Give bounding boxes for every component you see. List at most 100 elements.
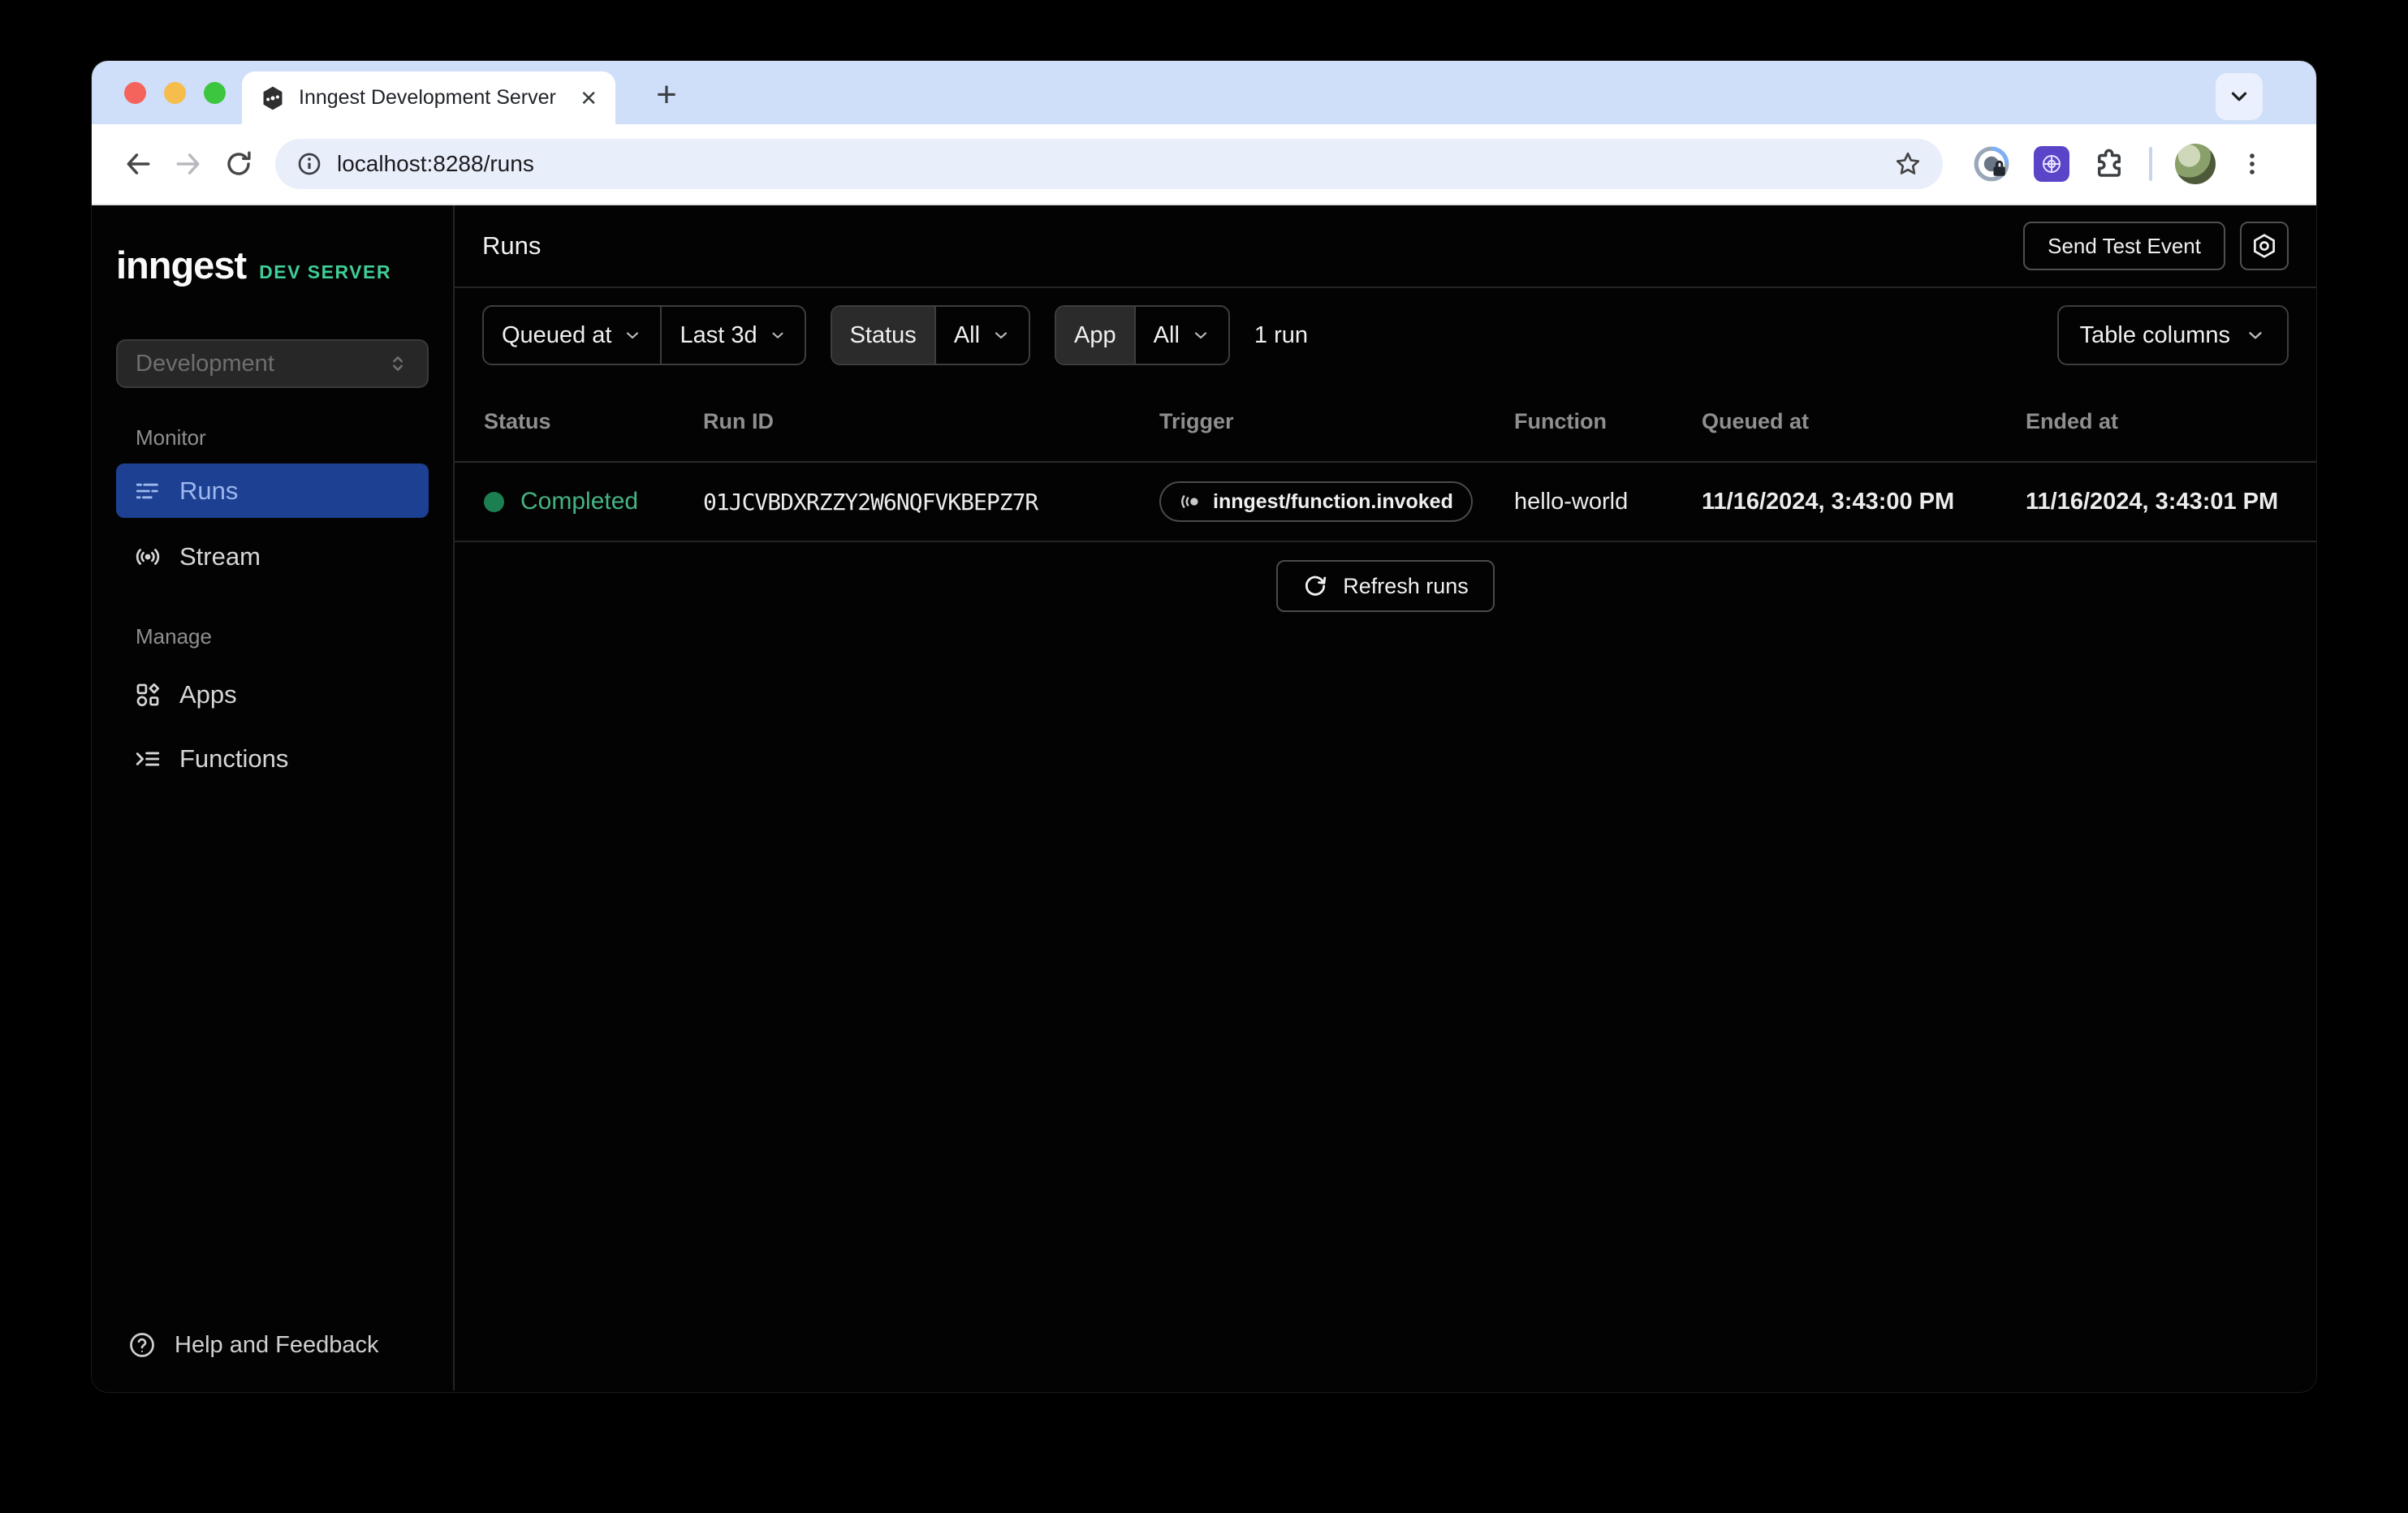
tab-close-icon[interactable]: ✕ — [580, 88, 598, 109]
page-title: Runs — [482, 231, 541, 261]
sidebar: inngest DEV SERVER Development Monitor R… — [92, 205, 455, 1390]
environment-select[interactable]: Development — [116, 339, 429, 388]
environment-value: Development — [136, 351, 274, 377]
status-filter-dropdown[interactable]: All — [934, 307, 1029, 364]
bookmark-star-icon[interactable] — [1894, 150, 1922, 178]
column-header-status: Status — [484, 409, 703, 434]
browser-tab[interactable]: Inngest Development Server ✕ — [242, 71, 615, 124]
refresh-runs-button[interactable]: Refresh runs — [1276, 560, 1495, 612]
new-tab-button[interactable]: + — [644, 72, 689, 118]
status-badge: Completed — [520, 488, 638, 515]
help-and-feedback[interactable]: Help and Feedback — [92, 1330, 453, 1360]
time-filter: Queued at Last 3d — [482, 305, 806, 365]
help-label: Help and Feedback — [175, 1332, 379, 1359]
section-monitor-label: Monitor — [92, 425, 453, 450]
browser-menu-icon[interactable] — [2238, 150, 2266, 178]
chevron-down-icon — [769, 326, 787, 344]
trigger-event-pill[interactable]: inngest/function.invoked — [1159, 481, 1473, 522]
help-circle-icon — [127, 1330, 157, 1360]
app-filter-label: App — [1056, 307, 1134, 364]
column-header-function: Function — [1514, 409, 1702, 434]
brand: inngest DEV SERVER — [92, 205, 453, 287]
url-text[interactable]: localhost:8288/runs — [337, 151, 534, 177]
app-content: inngest DEV SERVER Development Monitor R… — [92, 205, 2316, 1390]
tab-search-chevron-button[interactable] — [2216, 73, 2263, 120]
function-name[interactable]: hello-world — [1514, 489, 1702, 515]
inngest-logo: inngest — [116, 243, 246, 287]
trigger-cell: inngest/function.invoked — [1159, 481, 1514, 522]
column-header-ended-at: Ended at — [2026, 409, 2316, 434]
chevron-down-icon — [991, 325, 1011, 345]
event-icon — [1179, 490, 1202, 513]
password-manager-extension-icon[interactable] — [1972, 144, 2011, 183]
runs-list-icon — [134, 477, 162, 505]
time-range-dropdown[interactable]: Last 3d — [660, 307, 804, 364]
sidebar-item-apps[interactable]: Apps — [116, 667, 429, 722]
close-window-button[interactable] — [124, 82, 146, 104]
sidebar-item-functions[interactable]: Functions — [116, 731, 429, 786]
chevron-down-icon — [623, 325, 642, 345]
table-row[interactable]: Completed 01JCVBDXRZZY2W6NQFVKBEPZ7R inn… — [455, 463, 2316, 542]
refresh-runs-label: Refresh runs — [1343, 574, 1469, 599]
maximize-window-button[interactable] — [204, 82, 226, 104]
select-chevrons-icon — [386, 352, 409, 375]
url-bar[interactable]: localhost:8288/runs — [275, 139, 1943, 189]
ended-at-value: 11/16/2024, 3:43:01 PM — [2026, 489, 2316, 515]
browser-toolbar: localhost:8288/runs — [92, 124, 2316, 205]
sidebar-item-label: Functions — [179, 744, 288, 774]
refresh-icon — [1302, 573, 1328, 599]
status-cell: Completed — [484, 488, 703, 515]
queued-at-value: 11/16/2024, 3:43:00 PM — [1702, 489, 2026, 515]
chevron-down-icon — [1191, 325, 1210, 345]
table-header: Status Run ID Trigger Function Queued at… — [455, 382, 2316, 463]
section-manage-label: Manage — [92, 624, 453, 649]
status-filter-value: All — [954, 322, 980, 349]
site-info-icon[interactable] — [296, 151, 322, 177]
status-completed-dot-icon — [484, 492, 504, 512]
column-header-trigger: Trigger — [1159, 409, 1514, 434]
tab-strip: Inngest Development Server ✕ + — [92, 61, 2316, 124]
extensions-area — [1972, 144, 2266, 184]
sidebar-item-stream[interactable]: Stream — [116, 529, 429, 584]
main-area: Runs Send Test Event Queued at — [455, 205, 2316, 1390]
traffic-lights — [124, 82, 226, 104]
minimize-window-button[interactable] — [164, 82, 186, 104]
favicon-inngest-icon — [260, 85, 286, 111]
run-id[interactable]: 01JCVBDXRZZY2W6NQFVKBEPZ7R — [703, 489, 1159, 515]
reload-button[interactable] — [214, 139, 264, 189]
toolbar-separator — [2149, 147, 2152, 181]
purple-extension-icon[interactable] — [2034, 146, 2069, 182]
dev-server-badge: DEV SERVER — [259, 261, 391, 283]
app-filter-dropdown[interactable]: All — [1134, 307, 1228, 364]
trigger-event-name: inngest/function.invoked — [1213, 490, 1453, 514]
forward-button[interactable] — [163, 139, 214, 189]
time-field-dropdown[interactable]: Queued at — [484, 307, 660, 364]
column-header-queued-at: Queued at — [1702, 409, 2026, 434]
extensions-puzzle-icon[interactable] — [2092, 147, 2126, 181]
profile-avatar[interactable] — [2175, 144, 2216, 184]
time-range-value: Last 3d — [680, 322, 757, 349]
sidebar-item-label: Runs — [179, 476, 238, 506]
sidebar-item-runs[interactable]: Runs — [116, 463, 429, 518]
time-field-label: Queued at — [502, 322, 611, 349]
filter-bar: Queued at Last 3d Status All — [455, 288, 2316, 382]
page-header: Runs Send Test Event — [455, 205, 2316, 288]
browser-window: Inngest Development Server ✕ + localhost… — [92, 61, 2316, 1392]
sidebar-item-label: Apps — [179, 680, 237, 709]
tab-title: Inngest Development Server — [299, 86, 567, 110]
sidebar-item-label: Stream — [179, 542, 261, 571]
apps-grid-icon — [134, 681, 162, 709]
send-test-event-button[interactable]: Send Test Event — [2023, 222, 2225, 270]
settings-gear-icon — [2250, 232, 2278, 260]
back-button[interactable] — [113, 139, 163, 189]
column-header-run-id: Run ID — [703, 409, 1159, 434]
functions-icon — [134, 745, 162, 773]
status-filter-label: Status — [832, 307, 934, 364]
run-count: 1 run — [1254, 322, 1308, 349]
stream-broadcast-icon — [134, 543, 162, 571]
app-filter: App All — [1055, 305, 1230, 365]
app-filter-value: All — [1154, 322, 1180, 349]
status-filter: Status All — [831, 305, 1030, 365]
table-columns-dropdown[interactable]: Table columns — [2057, 305, 2289, 365]
settings-button[interactable] — [2240, 222, 2289, 270]
